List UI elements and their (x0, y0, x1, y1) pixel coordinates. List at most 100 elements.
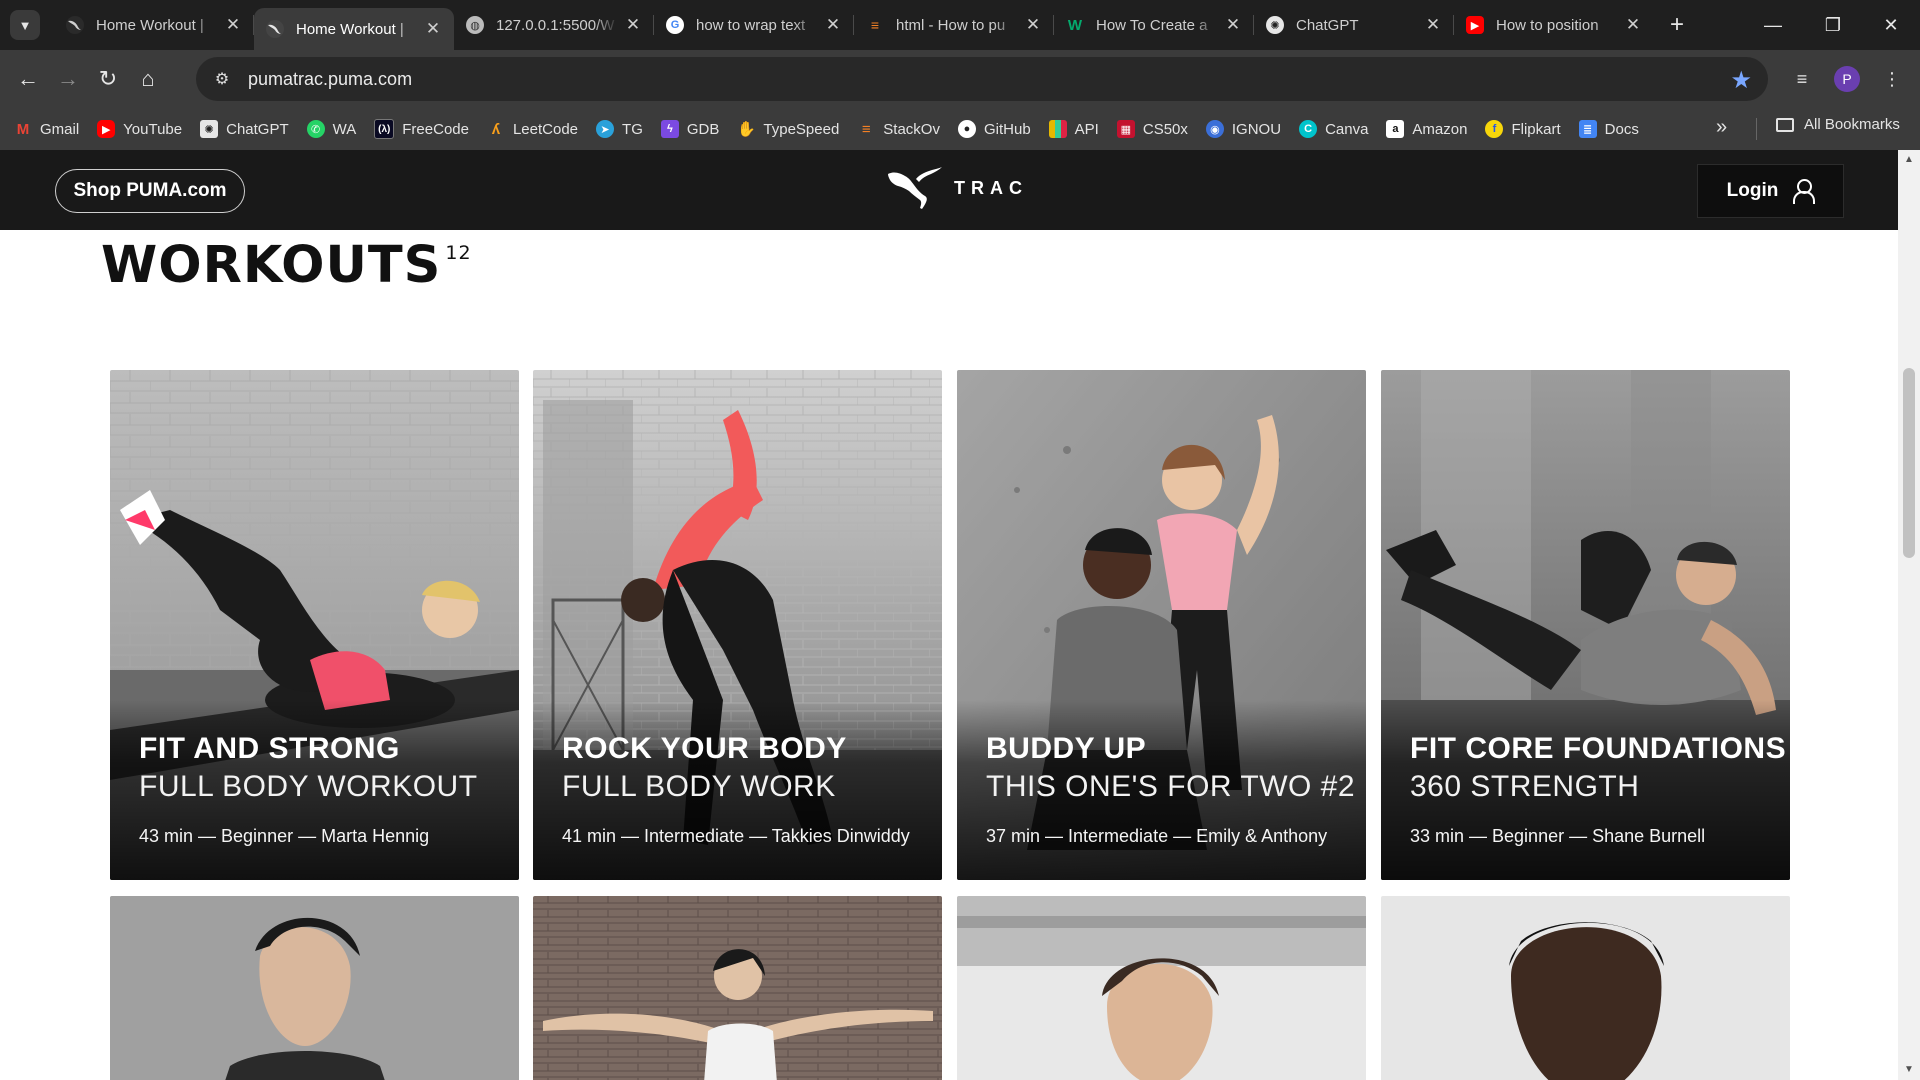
restore-button[interactable]: ❐ (1804, 0, 1862, 50)
workout-card[interactable] (110, 896, 519, 1080)
workout-card[interactable]: FIT CORE FOUNDATIONS 360 STRENGTH 33 min… (1381, 370, 1790, 880)
home-button[interactable]: ⌂ (128, 59, 168, 99)
workout-card[interactable]: BUDDY UP THIS ONE'S FOR TWO #2 37 min — … (957, 370, 1366, 880)
bookmark-github[interactable]: ● GitHub (957, 120, 1031, 138)
bookmark-freecode[interactable]: (λ) FreeCode (374, 119, 469, 139)
bookmark-ignou[interactable]: ◉ IGNOU (1205, 120, 1281, 138)
reload-button[interactable]: ↻ (88, 59, 128, 99)
bookmark-tg[interactable]: ➤ TG (596, 120, 643, 138)
bookmark-label: Flipkart (1511, 120, 1561, 138)
scroll-down-arrow-icon[interactable]: ▼ (1903, 1064, 1915, 1075)
menu-kebab-icon[interactable]: ⋮ (1872, 59, 1912, 99)
bookmark-leetcode[interactable]: ʎ LeetCode (487, 120, 578, 138)
close-icon[interactable]: ✕ (1424, 15, 1442, 35)
tab-title: ChatGPT (1296, 16, 1359, 34)
tab-title: how to wrap text (696, 16, 806, 34)
minimize-button[interactable]: — (1744, 0, 1802, 50)
bookmark-label: LeetCode (512, 120, 579, 138)
bookmark-label: TypeSpeed (763, 120, 840, 138)
telegram-icon: ➤ (596, 120, 615, 138)
bookmark-wa[interactable]: ✆ WA (306, 120, 357, 138)
bookmark-gmail[interactable]: M Gmail (14, 120, 79, 138)
whatsapp-icon: ✆ (306, 120, 325, 138)
tab-title: Home Workout | (96, 16, 204, 34)
bookmark-star-icon[interactable]: ★ (1730, 66, 1752, 95)
workout-card[interactable] (1381, 896, 1790, 1080)
bookmark-gdb[interactable]: ϟ GDB (660, 120, 719, 138)
scrollbar-thumb[interactable] (1903, 368, 1915, 558)
bookmark-api[interactable]: ​ API (1048, 120, 1099, 138)
bookmarks-overflow-icon[interactable]: » (1716, 116, 1727, 139)
tab-3[interactable]: ◍ 127.0.0.1:5500/W ✕ (454, 0, 654, 50)
tab-5[interactable]: ≡ html - How to pu ✕ (854, 0, 1054, 50)
puma-trac-logo[interactable]: TRAC (886, 166, 1028, 210)
login-button[interactable]: Login (1697, 164, 1844, 218)
media-controls-icon[interactable]: ≡ (1782, 59, 1822, 99)
tab-2-active[interactable]: Home Workout | ✕ (254, 8, 454, 50)
bookmark-label: GitHub (983, 120, 1031, 138)
scroll-up-arrow-icon[interactable]: ▲ (1903, 154, 1915, 165)
bookmark-docs[interactable]: ≣ Docs (1578, 120, 1639, 138)
workout-card[interactable]: ROCK YOUR BODY FULL BODY WORK 41 min — I… (533, 370, 942, 880)
avatar: P (1834, 66, 1860, 92)
close-icon[interactable]: ✕ (224, 15, 242, 35)
url-text[interactable]: pumatrac.puma.com (248, 69, 412, 90)
close-icon[interactable]: ✕ (824, 15, 842, 35)
close-icon[interactable]: ✕ (1224, 15, 1242, 35)
workout-meta: 43 min — Beginner — Marta Hennig (139, 826, 430, 846)
address-bar[interactable]: ⚙ pumatrac.puma.com ★ (196, 57, 1768, 101)
workout-card[interactable] (533, 896, 942, 1080)
chatgpt-icon: ✺ (200, 120, 219, 138)
tab-4[interactable]: G how to wrap text ✕ (654, 0, 854, 50)
leetcode-icon: ʎ (491, 120, 501, 138)
back-button[interactable]: ← (8, 59, 48, 99)
amazon-icon: a (1386, 120, 1405, 138)
close-window-button[interactable]: ✕ (1862, 0, 1920, 50)
site-info-icon[interactable]: ⚙ (210, 67, 234, 91)
profile-button[interactable]: P (1827, 59, 1867, 99)
tab-8[interactable]: ▶ How to position ✕ (1454, 0, 1654, 50)
google-icon: G (666, 16, 684, 34)
bookmark-cs50x[interactable]: ▦ CS50x (1116, 120, 1188, 138)
close-icon[interactable]: ✕ (1624, 15, 1642, 35)
puma-icon (266, 20, 284, 38)
tab-7[interactable]: ✺ ChatGPT ✕ (1254, 0, 1454, 50)
bookmark-chatgpt[interactable]: ✺ ChatGPT (200, 120, 289, 138)
bookmark-label: ChatGPT (226, 120, 289, 138)
bookmark-canva[interactable]: C Canva (1299, 120, 1368, 138)
workout-card[interactable]: FIT AND STRONG FULL BODY WORKOUT 43 min … (110, 370, 519, 880)
shop-puma-button[interactable]: Shop PUMA.com (55, 169, 245, 213)
bookmark-youtube[interactable]: ▶ YouTube (97, 120, 182, 138)
bookmark-stackov[interactable]: ≡ StackOv (857, 120, 940, 138)
new-tab-button[interactable]: + (1662, 10, 1692, 40)
workout-card[interactable] (957, 896, 1366, 1080)
workout-subtitle: THIS ONE'S FOR TWO #2 (986, 770, 1356, 803)
close-icon[interactable]: ✕ (424, 19, 442, 39)
typespeed-icon: ✋ (737, 121, 756, 138)
workout-subtitle: FULL BODY WORK (562, 770, 836, 803)
bookmark-label: Docs (1604, 120, 1639, 138)
all-bookmarks-button[interactable]: All Bookmarks (1776, 116, 1900, 133)
tab-6[interactable]: W How To Create a ✕ (1054, 0, 1254, 50)
forward-button[interactable]: → (48, 59, 88, 99)
tab-1[interactable]: Home Workout | ✕ (54, 0, 254, 50)
tab-search-button[interactable]: ▼ (10, 10, 40, 40)
github-icon: ● (957, 120, 976, 138)
workout-title: FIT CORE FOUNDATIONS (1410, 732, 1787, 765)
tab-title: How to position (1496, 16, 1599, 34)
youtube-icon: ▶ (1466, 16, 1484, 34)
bookmark-label: Gmail (40, 120, 80, 138)
globe-icon: ◍ (466, 16, 484, 34)
bookmark-label: StackOv (883, 120, 940, 138)
page-scrollbar[interactable]: ▲ ▼ (1898, 150, 1920, 1080)
bookmark-flipkart[interactable]: f Flipkart (1485, 120, 1561, 138)
close-icon[interactable]: ✕ (1024, 15, 1042, 35)
workout-photo (1381, 896, 1790, 1080)
bookmark-typespeed[interactable]: ✋ TypeSpeed (737, 120, 840, 139)
close-icon[interactable]: ✕ (624, 15, 642, 35)
bookmark-amazon[interactable]: a Amazon (1386, 120, 1467, 138)
workout-meta: 41 min — Intermediate — Takkies Dinwiddy (562, 826, 910, 846)
bookmark-label: WA (332, 120, 357, 138)
page-title: WORKOUTS 12 (101, 236, 472, 295)
workout-photo (533, 896, 942, 1080)
